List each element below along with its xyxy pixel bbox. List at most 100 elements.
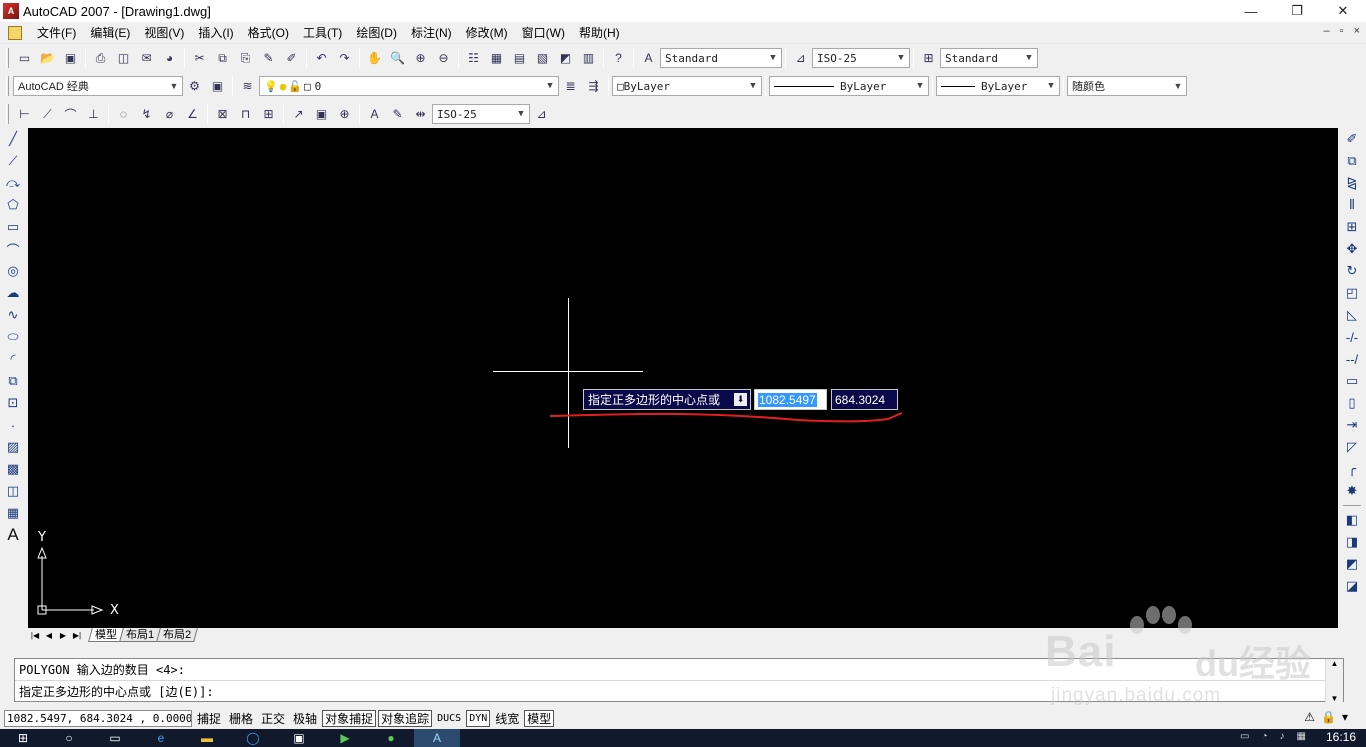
send-under-icon[interactable]: ◪	[1341, 575, 1363, 597]
zoom-previous-icon[interactable]: ⊖	[432, 47, 455, 69]
fillet-icon[interactable]: ╭	[1341, 458, 1363, 480]
pan-icon[interactable]: ✋	[363, 47, 386, 69]
close-button[interactable]: ✕	[1320, 0, 1366, 22]
tool-palettes-icon[interactable]: ▤	[508, 47, 531, 69]
table-icon[interactable]: ▦	[2, 502, 24, 524]
new-icon[interactable]: ▭	[13, 47, 36, 69]
otrack-toggle[interactable]: 对象追踪	[378, 709, 433, 727]
dim-edit-icon[interactable]: A	[363, 103, 386, 125]
browser-icon[interactable]: ◯	[230, 729, 276, 747]
workspace-settings-icon[interactable]: ⚙	[183, 75, 206, 97]
first-tab-button[interactable]: |◀	[28, 629, 42, 642]
snap-toggle[interactable]: 捕捉	[194, 710, 224, 727]
markup-icon[interactable]: ◩	[554, 47, 577, 69]
polyline-icon[interactable]: ⤼	[2, 172, 24, 194]
dim-update-icon[interactable]: ⇹	[409, 103, 432, 125]
dim-style-select-2[interactable]: ISO-25 ▼	[432, 104, 530, 124]
command-scrollbar[interactable]: ▲ ▼	[1325, 659, 1343, 703]
calculator-icon[interactable]: ▥	[577, 47, 600, 69]
edge-browser-icon[interactable]: e	[138, 729, 184, 747]
lineweight-select[interactable]: ByLayer ▼	[936, 76, 1060, 96]
text-style-select[interactable]: Standard ▼	[660, 48, 782, 68]
spline-icon[interactable]: ∿	[2, 304, 24, 326]
open-icon[interactable]: 📂	[36, 47, 59, 69]
3d-dwf-icon[interactable]: ◕	[158, 47, 181, 69]
menu-file[interactable]: 文件(F)	[30, 24, 83, 41]
arc-icon[interactable]: ⌒	[2, 238, 24, 260]
scroll-down-icon[interactable]: ▼	[1331, 694, 1339, 703]
construction-line-icon[interactable]: ⟋	[2, 150, 24, 172]
document-icon[interactable]	[8, 25, 22, 40]
publish-icon[interactable]: ✉	[135, 47, 158, 69]
plot-preview-icon[interactable]: ◫	[112, 47, 135, 69]
break-at-point-icon[interactable]: ▭	[1341, 370, 1363, 392]
taskbar-clock[interactable]: 16:16	[1326, 730, 1356, 744]
coordinate-readout[interactable]: 1082.5497, 684.3024 , 0.0000	[4, 709, 192, 727]
lineweight-toggle[interactable]: 线宽	[492, 710, 522, 727]
last-tab-button[interactable]: ▶|	[70, 629, 84, 642]
menu-view[interactable]: 视图(V)	[137, 24, 191, 41]
continue-dim-icon[interactable]: ⊞	[257, 103, 280, 125]
rectangle-icon[interactable]: ▭	[2, 216, 24, 238]
layer-manager-icon[interactable]: ≋	[236, 75, 259, 97]
next-tab-button[interactable]: ▶	[56, 629, 70, 642]
tray-app-icon[interactable]: ▭	[1240, 731, 1249, 742]
make-block-icon[interactable]: ⊡	[2, 392, 24, 414]
tolerance-icon[interactable]: ▣	[310, 103, 333, 125]
extend-icon[interactable]: --/	[1341, 348, 1363, 370]
jogged-dim-icon[interactable]: ↯	[135, 103, 158, 125]
menu-window[interactable]: 窗口(W)	[515, 24, 572, 41]
match-properties-icon[interactable]: ✎	[257, 47, 280, 69]
ordinate-dim-icon[interactable]: ⊥	[82, 103, 105, 125]
diameter-dim-icon[interactable]: ⌀	[158, 103, 181, 125]
properties-icon[interactable]: ☷	[462, 47, 485, 69]
revision-cloud-icon[interactable]: ☁	[2, 282, 24, 304]
design-center-icon[interactable]: ▦	[485, 47, 508, 69]
copy-object-icon[interactable]: ⧉	[1341, 150, 1363, 172]
cut-icon[interactable]: ✂	[188, 47, 211, 69]
tray-volume-icon[interactable]: ♪	[1280, 731, 1285, 742]
ortho-toggle[interactable]: 正交	[258, 710, 288, 727]
linetype-select[interactable]: ByLayer ▼	[769, 76, 929, 96]
aligned-dim-icon[interactable]: ⟋	[36, 103, 59, 125]
gradient-icon[interactable]: ▩	[2, 458, 24, 480]
dim-text-edit-icon[interactable]: ✎	[386, 103, 409, 125]
model-toggle[interactable]: 模型	[524, 709, 555, 727]
print-icon[interactable]: ⎙	[89, 47, 112, 69]
ellipse-arc-icon[interactable]: ◜	[2, 348, 24, 370]
array-icon[interactable]: ⊞	[1341, 216, 1363, 238]
insert-block-icon[interactable]: ⧉	[2, 370, 24, 392]
polygon-icon[interactable]: ⬠	[2, 194, 24, 216]
stretch-icon[interactable]: ◺	[1341, 304, 1363, 326]
text-style-icon[interactable]: A	[637, 47, 660, 69]
doc-minimize-button[interactable]: –	[1324, 25, 1330, 37]
workspace-select[interactable]: AutoCAD 经典 ▼	[13, 76, 183, 96]
drawing-canvas[interactable]: 指定正多边形的中心点或 ⬇ 1082.5497 684.3024 Y X	[28, 128, 1338, 628]
tab-layout2[interactable]: 布局2	[156, 628, 199, 642]
scroll-up-icon[interactable]: ▲	[1331, 659, 1339, 668]
store-icon[interactable]: ▣	[276, 729, 322, 747]
draw-order-back-icon[interactable]: ◨	[1341, 531, 1363, 553]
osnap-toggle[interactable]: 对象捕捉	[322, 709, 377, 727]
menu-insert[interactable]: 插入(I)	[191, 24, 240, 41]
copy-icon[interactable]: ⧉	[211, 47, 234, 69]
tray-network-icon[interactable]: ◔	[1262, 731, 1268, 742]
tray-ime-icon[interactable]: ▦	[1297, 731, 1306, 742]
undo-icon[interactable]: ↶	[310, 47, 333, 69]
quick-dim-icon[interactable]: ⊠	[211, 103, 234, 125]
table-style-select[interactable]: Standard ▼	[940, 48, 1038, 68]
baseline-dim-icon[interactable]: ⊓	[234, 103, 257, 125]
menu-modify[interactable]: 修改(M)	[459, 24, 515, 41]
circle-icon[interactable]: ◎	[2, 260, 24, 282]
angular-dim-icon[interactable]: ∠	[181, 103, 204, 125]
polar-toggle[interactable]: 极轴	[290, 710, 320, 727]
dyn-toggle[interactable]: DYN	[466, 709, 491, 727]
status-menu-icon[interactable]: ▾	[1342, 710, 1348, 724]
media-player-icon[interactable]: ▶	[322, 729, 368, 747]
minimize-button[interactable]: —	[1228, 0, 1274, 22]
join-icon[interactable]: ⇥	[1341, 414, 1363, 436]
explode-icon[interactable]: ✸	[1341, 480, 1363, 502]
layer-select[interactable]: 💡 ● 🔓 □ 0 ▼	[259, 76, 559, 96]
doc-close-button[interactable]: ×	[1354, 25, 1360, 37]
break-icon[interactable]: ▯	[1341, 392, 1363, 414]
